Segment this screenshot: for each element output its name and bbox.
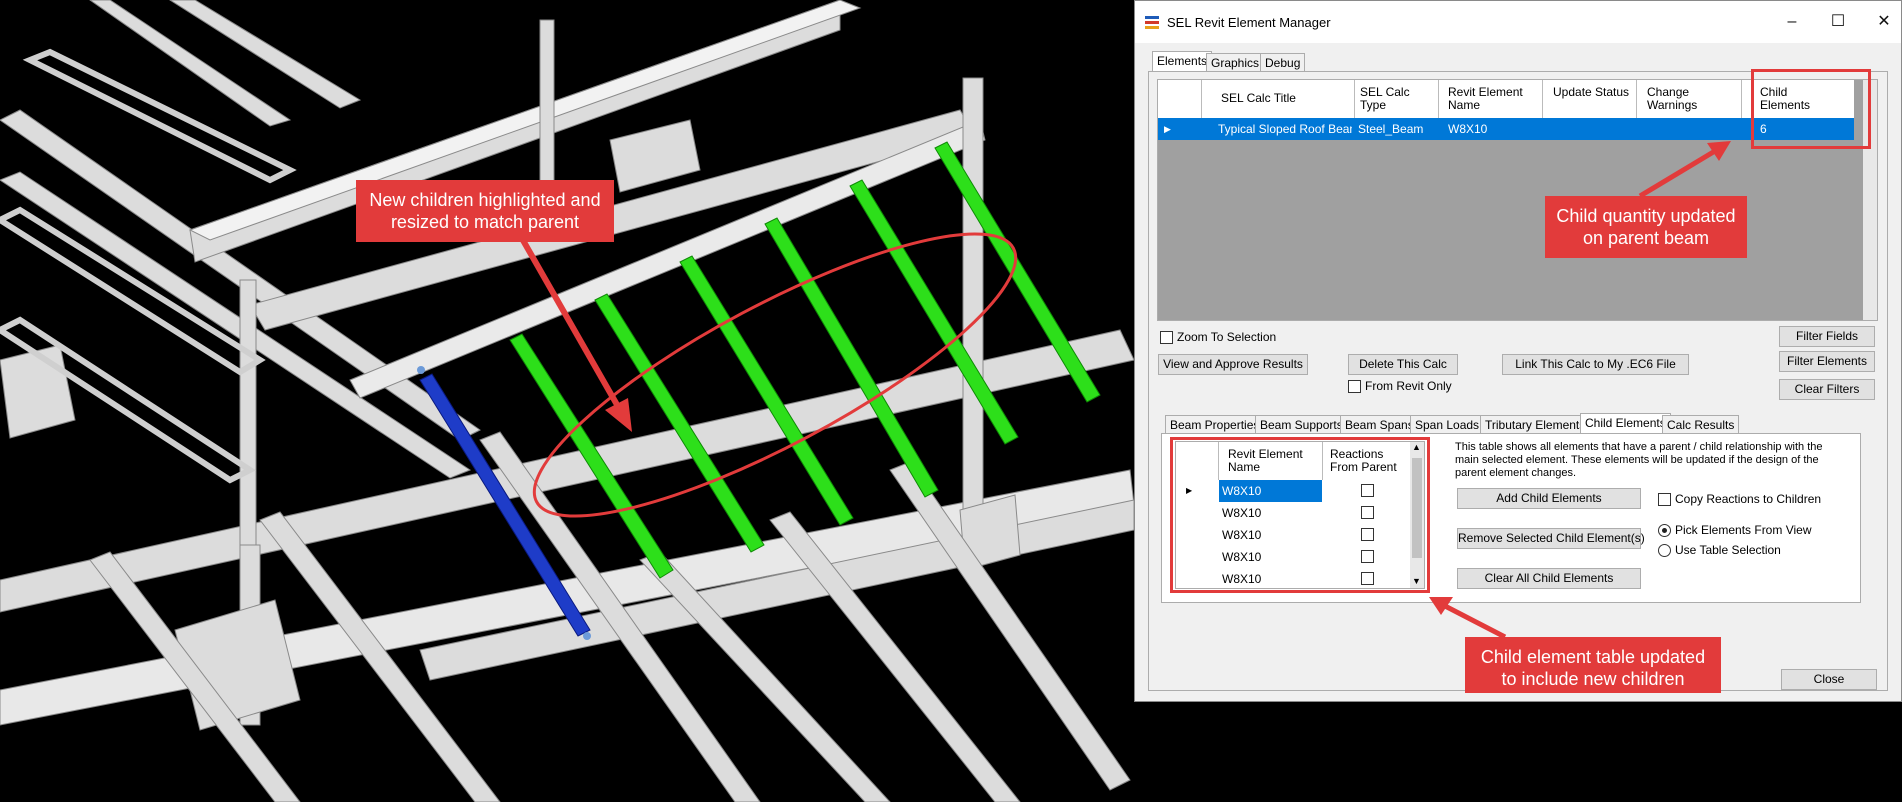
- tab-beam-supports[interactable]: Beam Supports: [1255, 415, 1348, 434]
- view-approve-results-button[interactable]: View and Approve Results: [1158, 354, 1308, 375]
- filter-fields-button[interactable]: Filter Fields: [1779, 326, 1875, 347]
- clear-filters-button[interactable]: Clear Filters: [1779, 379, 1875, 400]
- element-manager-window: SEL Revit Element Manager – ☐ ✕ Elements…: [1134, 0, 1902, 702]
- column-header[interactable]: Change Warnings: [1647, 86, 1735, 112]
- tab-elements[interactable]: Elements: [1152, 51, 1213, 72]
- grid-cell-name[interactable]: W8X10: [1448, 118, 1538, 140]
- remove-child-elements-button[interactable]: Remove Selected Child Element(s): [1457, 528, 1645, 549]
- table-callout: Child element table updated to include n…: [1465, 637, 1721, 693]
- copy-reactions-label: Copy Reactions to Children: [1675, 492, 1822, 506]
- minimize-button[interactable]: –: [1772, 9, 1812, 35]
- tab-debug[interactable]: Debug: [1260, 53, 1306, 72]
- tab-beam-properties[interactable]: Beam Properties: [1165, 415, 1265, 434]
- tab-tributary-elements[interactable]: Tributary Elements: [1480, 415, 1591, 434]
- link-calc-button[interactable]: Link This Calc to My .EC6 File: [1502, 354, 1689, 375]
- delete-calc-button[interactable]: Delete This Calc: [1348, 354, 1458, 375]
- from-revit-only-checkbox[interactable]: [1348, 380, 1361, 393]
- use-table-selection-radio[interactable]: [1658, 544, 1671, 557]
- child-panel-description: This table shows all elements that have …: [1455, 441, 1823, 479]
- maximize-button[interactable]: ☐: [1818, 9, 1858, 35]
- beam-grip[interactable]: [417, 366, 425, 374]
- zoom-to-selection-checkbox[interactable]: [1160, 331, 1173, 344]
- zoom-to-selection-label: Zoom To Selection: [1177, 330, 1277, 344]
- tab-calc-results[interactable]: Calc Results: [1662, 415, 1740, 434]
- window-title: SEL Revit Element Manager: [1167, 15, 1331, 30]
- filter-elements-button[interactable]: Filter Elements: [1779, 351, 1875, 372]
- pick-from-view-label: Pick Elements From View: [1675, 523, 1812, 537]
- beam-grip[interactable]: [583, 632, 591, 640]
- from-revit-only-label: From Revit Only: [1365, 379, 1452, 393]
- grid-cell-type[interactable]: Steel_Beam: [1358, 118, 1436, 140]
- tab-child-elements[interactable]: Child Elements: [1580, 413, 1671, 434]
- child-table-highlight: [1170, 437, 1430, 593]
- viewport-callout: New children highlighted and resized to …: [356, 180, 614, 242]
- row-pointer-icon: ▶: [1164, 124, 1171, 134]
- clear-all-child-elements-button[interactable]: Clear All Child Elements: [1457, 568, 1641, 589]
- add-child-elements-button[interactable]: Add Child Elements: [1457, 488, 1641, 509]
- close-button[interactable]: Close: [1781, 669, 1877, 690]
- tab-beam-spans[interactable]: Beam Spans: [1340, 415, 1419, 434]
- use-table-selection-label: Use Table Selection: [1675, 543, 1781, 557]
- column-header[interactable]: SEL Calc Type: [1360, 86, 1432, 112]
- quantity-callout: Child quantity updated on parent beam: [1545, 196, 1747, 258]
- pick-from-view-radio[interactable]: [1658, 524, 1671, 537]
- tab-span-loads[interactable]: Span Loads: [1410, 415, 1485, 434]
- table-row[interactable]: ▶ Typical Sloped Roof Beam Steel_Beam W8…: [1158, 118, 1854, 140]
- app-icon: [1145, 16, 1159, 29]
- title-bar: SEL Revit Element Manager – ☐ ✕: [1135, 1, 1901, 43]
- close-window-button[interactable]: ✕: [1864, 9, 1902, 35]
- column-header[interactable]: Update Status: [1553, 86, 1631, 99]
- column-header[interactable]: SEL Calc Title: [1221, 92, 1341, 105]
- child-count-highlight: [1751, 69, 1871, 149]
- grid-cell-title[interactable]: Typical Sloped Roof Beam: [1218, 118, 1352, 140]
- tab-graphics[interactable]: Graphics: [1206, 53, 1265, 72]
- copy-reactions-checkbox[interactable]: [1658, 493, 1671, 506]
- column-header[interactable]: Revit Element Name: [1448, 86, 1536, 112]
